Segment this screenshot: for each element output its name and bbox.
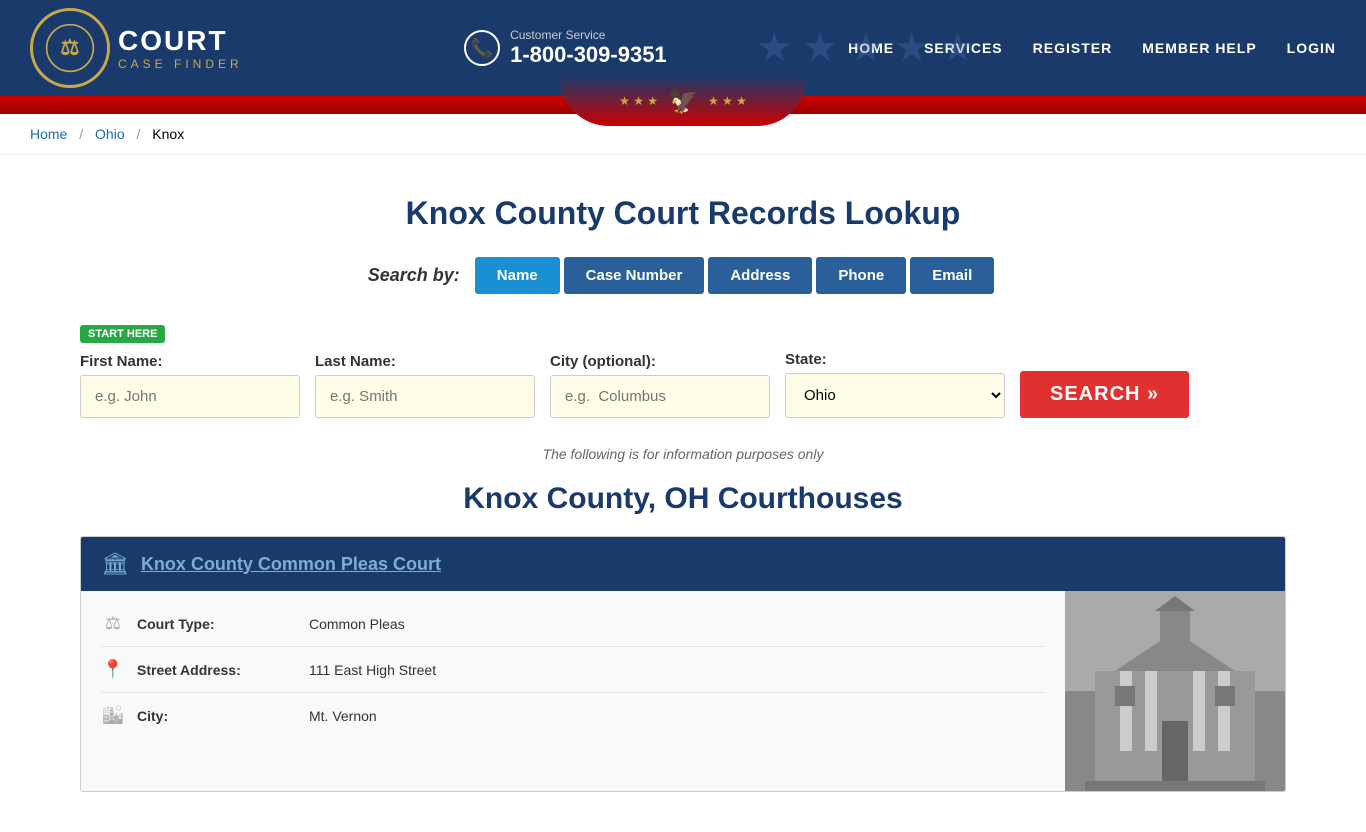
search-form-area: START HERE First Name: Last Name: City (…	[80, 314, 1286, 428]
building-icon: 🏛	[101, 551, 129, 577]
breadcrumb-home[interactable]: Home	[30, 126, 67, 142]
star-4: ★	[894, 25, 930, 71]
logo-court-label: COURT	[118, 25, 243, 57]
courthouse-body: ⚖ Court Type: Common Pleas 📍 Street Addr…	[81, 591, 1285, 791]
first-name-group: First Name:	[80, 353, 300, 418]
logo-circle: ⚖	[30, 8, 110, 88]
tab-phone[interactable]: Phone	[816, 257, 906, 294]
svg-text:⚖: ⚖	[60, 35, 79, 60]
city-detail-label: City:	[137, 708, 297, 724]
courthouse-name-link[interactable]: Knox County Common Pleas Court	[141, 554, 441, 575]
info-note: The following is for information purpose…	[80, 446, 1286, 462]
address-icon: 📍	[101, 659, 125, 680]
city-label: City (optional):	[550, 353, 770, 370]
nav-member-help[interactable]: MEMBER HELP	[1142, 40, 1256, 56]
courthouse-header: 🏛 Knox County Common Pleas Court	[81, 537, 1285, 591]
court-type-label: Court Type:	[137, 616, 297, 632]
star-5: ★	[940, 25, 976, 71]
tab-name[interactable]: Name	[475, 257, 560, 294]
tab-address[interactable]: Address	[708, 257, 812, 294]
tab-case-number[interactable]: Case Number	[564, 257, 705, 294]
courthouse-svg	[1065, 591, 1285, 791]
last-name-label: Last Name:	[315, 353, 535, 370]
phone-icon: 📞	[464, 30, 500, 66]
logo-icon: ⚖	[45, 23, 95, 73]
first-name-label: First Name:	[80, 353, 300, 370]
breadcrumb-sep-2: /	[137, 126, 141, 142]
breadcrumb-state[interactable]: Ohio	[95, 126, 125, 142]
eagle-icon: 🦅	[668, 87, 698, 116]
customer-service: 📞 Customer Service 1-800-309-9351	[464, 28, 667, 68]
red-banner: ★ ★ ★ 🦅 ★ ★ ★	[0, 96, 1366, 114]
breadcrumb-sep-1: /	[79, 126, 83, 142]
court-type-icon: ⚖	[101, 613, 125, 634]
court-type-value: Common Pleas	[309, 616, 405, 632]
state-group: State: Ohio	[785, 351, 1005, 418]
courthouses-title: Knox County, OH Courthouses	[80, 482, 1286, 516]
breadcrumb-county: Knox	[152, 126, 184, 142]
banner-star-left: ★ ★ ★	[619, 94, 658, 108]
city-group: City (optional):	[550, 353, 770, 418]
main-content: Knox County Court Records Lookup Search …	[0, 155, 1366, 832]
form-row: First Name: Last Name: City (optional): …	[80, 351, 1286, 418]
street-address-value: 111 East High Street	[309, 662, 436, 678]
star-3: ★	[848, 25, 884, 71]
first-name-input[interactable]	[80, 375, 300, 418]
tab-email[interactable]: Email	[910, 257, 994, 294]
cs-text: Customer Service 1-800-309-9351	[510, 28, 667, 68]
city-input[interactable]	[550, 375, 770, 418]
state-label: State:	[785, 351, 1005, 368]
logo-text: COURT CASE FINDER	[118, 25, 243, 71]
city-icon: 🏙	[101, 705, 125, 726]
search-by-row: Search by: Name Case Number Address Phon…	[80, 257, 1286, 294]
eagle-banner: ★ ★ ★ 🦅 ★ ★ ★	[559, 76, 807, 126]
logo-case-finder-label: CASE FINDER	[118, 57, 243, 71]
last-name-group: Last Name:	[315, 353, 535, 418]
star-2: ★	[802, 25, 838, 71]
start-here-badge: START HERE	[80, 325, 165, 343]
search-button[interactable]: SEARCH »	[1020, 371, 1189, 418]
search-by-label: Search by:	[368, 265, 460, 286]
state-select[interactable]: Ohio	[785, 373, 1005, 418]
star-1: ★	[756, 25, 792, 71]
street-address-label: Street Address:	[137, 662, 297, 678]
logo-area: ⚖ COURT CASE FINDER	[30, 8, 243, 88]
court-type-row: ⚖ Court Type: Common Pleas	[101, 601, 1045, 647]
nav-login[interactable]: LOGIN	[1287, 40, 1336, 56]
street-address-row: 📍 Street Address: 111 East High Street	[101, 647, 1045, 693]
page-title: Knox County Court Records Lookup	[80, 195, 1286, 232]
last-name-input[interactable]	[315, 375, 535, 418]
courthouse-image	[1065, 591, 1285, 791]
city-detail-value: Mt. Vernon	[309, 708, 377, 724]
city-row: 🏙 City: Mt. Vernon	[101, 693, 1045, 738]
cs-phone: 1-800-309-9351	[510, 42, 667, 68]
cs-label: Customer Service	[510, 28, 667, 42]
courthouse-card: 🏛 Knox County Common Pleas Court ⚖ Court…	[80, 536, 1286, 792]
courthouse-details: ⚖ Court Type: Common Pleas 📍 Street Addr…	[81, 591, 1065, 791]
banner-star-right: ★ ★ ★	[708, 94, 747, 108]
